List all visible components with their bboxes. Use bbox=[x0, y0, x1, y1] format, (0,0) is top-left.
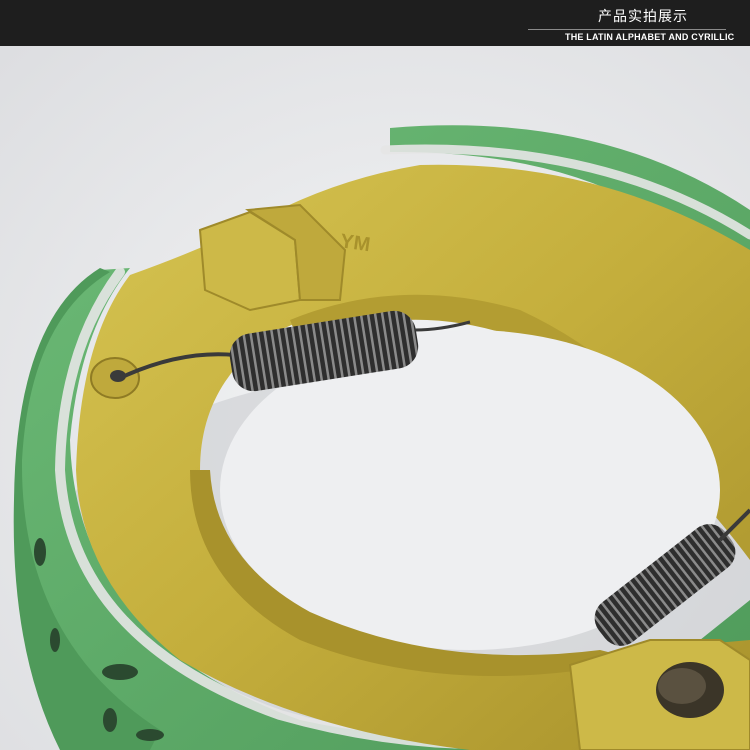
header-band: 产品实拍展示 THE LATIN ALPHABET AND CYRILLIC bbox=[0, 0, 750, 46]
brake-shoe-illustration: YM bbox=[0, 46, 750, 750]
header-divider bbox=[528, 29, 726, 30]
header-subtitle: THE LATIN ALPHABET AND CYRILLIC bbox=[565, 32, 735, 42]
embossed-mark: YM bbox=[339, 230, 372, 256]
rivet-hole bbox=[103, 708, 117, 732]
cam-hole-inner bbox=[658, 668, 706, 704]
header-title: 产品实拍展示 bbox=[598, 9, 688, 25]
rivet-hole bbox=[136, 729, 164, 741]
rivet-hole bbox=[50, 628, 60, 652]
rivet-hole bbox=[34, 538, 46, 566]
product-photo: YM bbox=[0, 46, 750, 750]
rivet-hole bbox=[102, 664, 138, 680]
